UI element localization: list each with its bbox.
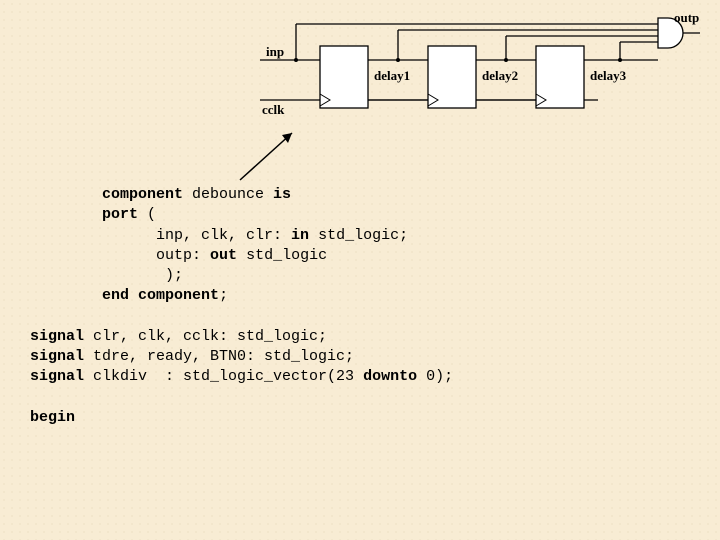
label-delay2: delay2 — [482, 68, 518, 83]
kw-begin: begin — [30, 409, 75, 426]
circuit-diagram: inp cclk delay1 delay2 delay3 outp — [260, 12, 700, 142]
pointer-arrow — [230, 125, 310, 185]
code-block: component debounce is port ( inp, clk, c… — [30, 185, 453, 428]
kw-signal: signal — [30, 328, 84, 345]
label-inp: inp — [266, 44, 284, 59]
label-cclk: cclk — [262, 102, 285, 117]
kw-port: port — [102, 206, 138, 223]
label-delay3: delay3 — [590, 68, 627, 83]
indent — [30, 186, 102, 203]
kw-component: component — [102, 186, 183, 203]
kw-end: end — [102, 287, 129, 304]
label-delay1: delay1 — [374, 68, 410, 83]
label-outp: outp — [674, 12, 699, 25]
